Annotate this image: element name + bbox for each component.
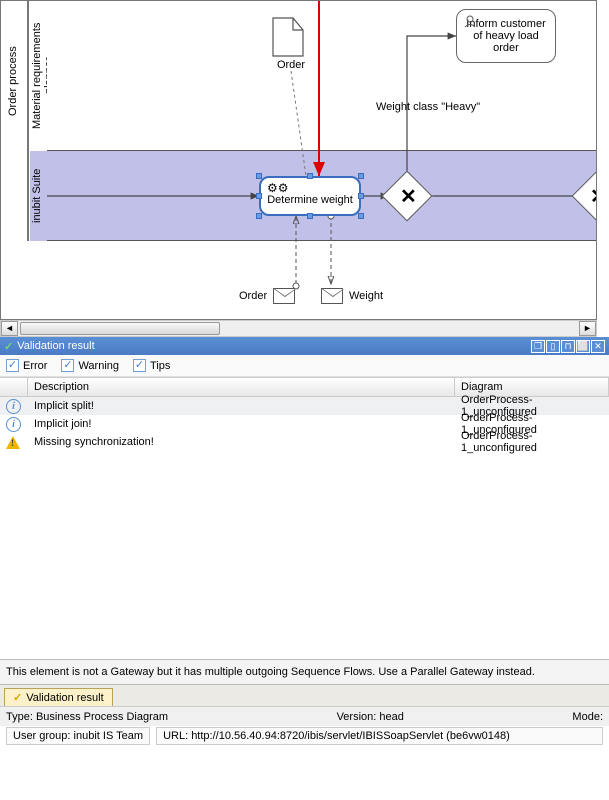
col-icon[interactable] [0,378,28,396]
panel-title: Validation result [17,340,94,352]
data-object-order[interactable] [271,16,305,61]
restore-button[interactable]: ❐ [531,340,545,353]
result-row[interactable]: Missing synchronization!OrderProcess-1_u… [0,433,609,451]
msg-right-label: Weight [349,290,383,302]
msg-left-label: Order [239,290,267,302]
tips-label: Tips [150,360,170,372]
check-icon: ✓ [13,691,22,704]
task-determine-label: Determine weight [267,194,353,206]
selection-handle[interactable] [256,213,262,219]
tab-strip: ✓ Validation result [0,684,609,706]
error-checkbox[interactable]: ✓ [6,359,19,372]
usergroup-box: User group: inubit IS Team [6,727,150,745]
selection-handle[interactable] [256,173,262,179]
status-bar: Type: Business Process Diagram Version: … [0,706,609,726]
maximize-button[interactable]: ⬜ [576,340,590,353]
message-weight: Weight [321,288,383,304]
envelope-icon [273,288,295,304]
results-body: i Implicit split! OrderProcess-1_unconfigu… [0,397,609,451]
version-label: Version: [337,711,377,723]
result-description: Missing synchronization! [28,436,455,448]
usergroup-label: User group: [13,730,70,742]
result-diagram: OrderProcess-1_unconfigured [455,430,609,454]
mode-label: Mode: [572,711,603,723]
tab-label: Validation result [26,692,103,704]
data-object-order-label: Order [271,59,311,71]
gateway-partial[interactable]: ✕ [579,178,597,214]
lane2-label: inubit Suite [31,161,43,231]
horizontal-scrollbar[interactable]: ◄ ► [0,320,597,337]
exclusive-gateway[interactable]: ✕ [389,178,425,214]
type-value: Business Process Diagram [36,711,168,723]
info-icon: i [6,417,21,432]
selection-handle[interactable] [358,193,364,199]
usergroup-value: inubit IS Team [74,730,144,742]
minimize-button[interactable]: ▯ [546,340,560,353]
info-icon: i [6,399,21,414]
pin-button[interactable]: ⊓ [561,340,575,353]
result-description: Implicit split! [28,400,455,412]
version-value: head [379,711,403,723]
detail-message: This element is not a Gateway but it has… [0,659,609,684]
close-button[interactable]: ✕ [591,340,605,353]
message-order: Order [239,288,295,304]
gateway-x-icon: ✕ [400,184,417,209]
pool-label: Order process [7,21,19,141]
bpmn-diagram-canvas[interactable]: Order process Material requirements plan… [0,0,597,320]
scroll-left-button[interactable]: ◄ [1,321,18,336]
check-icon: ✓ [4,340,13,353]
results-empty-space [0,451,609,659]
edge-label-heavy: Weight class "Heavy" [376,101,480,113]
validation-panel-header: ✓ Validation result ❐ ▯ ⊓ ⬜ ✕ [0,337,609,355]
user-icon [463,14,477,28]
type-label: Type: [6,711,33,723]
gateway-x-icon: ✕ [590,184,597,209]
tips-checkbox[interactable]: ✓ [133,359,146,372]
warning-icon [6,436,20,449]
error-label: Error [23,360,47,372]
selection-handle[interactable] [307,213,313,219]
warning-label: Warning [78,360,119,372]
scroll-track[interactable] [18,321,579,336]
selection-handle[interactable] [358,173,364,179]
selection-handle[interactable] [358,213,364,219]
footer-bar: User group: inubit IS Team URL: http://1… [0,726,609,746]
scroll-thumb[interactable] [20,322,220,335]
warning-checkbox[interactable]: ✓ [61,359,74,372]
col-description[interactable]: Description [28,378,455,396]
scroll-right-button[interactable]: ► [579,321,596,336]
url-value: http://10.56.40.94:8720/ibis/servlet/IBI… [191,730,510,742]
selection-handle[interactable] [256,193,262,199]
url-label: URL: [163,730,188,742]
task-inform-customer[interactable]: Inform customer of heavy load order [456,9,556,63]
selection-handle[interactable] [307,173,313,179]
tab-validation-result[interactable]: ✓ Validation result [4,688,113,706]
envelope-icon [321,288,343,304]
url-box: URL: http://10.56.40.94:8720/ibis/servle… [156,727,603,745]
task-determine-weight[interactable]: ⚙⚙ Determine weight [259,176,361,216]
service-gears-icon: ⚙⚙ [267,182,289,194]
result-description: Implicit join! [28,418,455,430]
filter-row: ✓ Error ✓ Warning ✓ Tips [0,355,609,377]
